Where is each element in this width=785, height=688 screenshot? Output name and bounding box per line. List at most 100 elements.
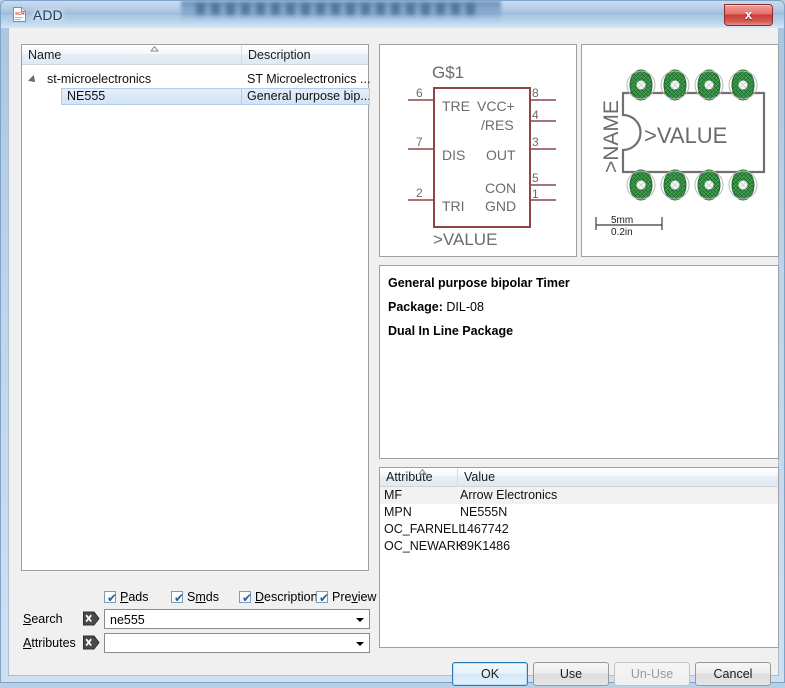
check-icon: ✔	[318, 591, 330, 605]
attribute-key: MPN	[384, 505, 412, 519]
check-icon: ✔	[173, 591, 185, 605]
svg-text:SCH: SCH	[15, 11, 25, 16]
chevron-down-icon[interactable]	[356, 618, 364, 622]
column-header-description-label: Description	[248, 48, 311, 62]
window-title: ADD	[33, 7, 63, 23]
scale-bar-mm: 5mm	[611, 215, 633, 226]
pin-label-left-2: TRI	[442, 198, 465, 214]
package-value-label: >VALUE	[644, 123, 727, 148]
package-line: Package: DIL-08	[388, 300, 772, 314]
sch-document-icon: SCH	[11, 6, 28, 23]
close-button[interactable]: x	[724, 4, 773, 26]
pin-number-right-0: 8	[532, 86, 539, 100]
search-combo[interactable]	[104, 609, 370, 630]
checkbox-box: ✔	[316, 591, 330, 605]
description-pane: General purpose bipolar Timer Package: D…	[379, 265, 779, 459]
pin-label-left-1: DIS	[442, 147, 465, 163]
aero-translucent-text-smear	[196, 3, 481, 15]
pin-number-right-2: 3	[532, 135, 539, 149]
symbol-value-label: >VALUE	[433, 230, 497, 249]
check-icon: ✔	[106, 591, 118, 605]
package-description: Dual In Line Package	[388, 324, 514, 338]
checkbox-pads-label: Pads	[120, 590, 149, 604]
chevron-down-icon[interactable]	[356, 642, 364, 646]
attributes-filter-row: Attributes	[9, 633, 380, 654]
table-row[interactable]: NE555 General purpose bip...	[22, 88, 370, 105]
table-row[interactable]: OC_NEWARK 89K1486	[380, 538, 778, 555]
close-icon: x	[744, 7, 753, 22]
attributes-filter-combo[interactable]	[104, 633, 370, 654]
preview-options: ✔ Pads ✔ Smds ✔ Description ✔ Preview	[9, 588, 380, 606]
tree-item-description: ST Microelectronics ...	[247, 72, 371, 86]
ok-button[interactable]: OK	[452, 662, 528, 686]
checkbox-box: ✔	[171, 591, 185, 605]
attributes-filter-input[interactable]	[108, 634, 342, 654]
attribute-value: 1467742	[460, 522, 509, 536]
pin-number-left-1: 7	[416, 135, 423, 149]
pin-label-right-1: /RES	[481, 117, 514, 133]
cancel-button[interactable]: Cancel	[695, 662, 771, 686]
attributes-rows: MF Arrow Electronics MPN NE555N OC_FARNE…	[380, 487, 778, 647]
attribute-key: MF	[384, 488, 403, 502]
clear-x-icon[interactable]	[83, 611, 100, 626]
search-row: Search	[9, 609, 380, 630]
pin-number-right-4: 1	[532, 187, 539, 201]
checkbox-box: ✔	[104, 591, 118, 605]
column-header-value[interactable]: Value	[458, 468, 780, 487]
pin-label-right-2: OUT	[486, 147, 516, 163]
attribute-value: Arrow Electronics	[460, 488, 558, 502]
pin-label-right-0: VCC+	[477, 98, 515, 114]
symbol-preview-drawing: G$1 6 7 2 TRE DIS TRI 8 4 3 5 1 VCC+ /RE…	[408, 63, 556, 249]
attribute-key: OC_NEWARK	[384, 539, 465, 553]
dialog-client-area: Name Description st-microelectronics ST …	[8, 28, 779, 686]
table-row[interactable]: st-microelectronics ST Microelectronics …	[22, 71, 370, 88]
attribute-key: OC_FARNELL	[384, 522, 466, 536]
package-preview: >NAME >VALUE 5mm 0.2in	[581, 44, 779, 257]
pin-number-left-2: 2	[416, 186, 423, 200]
pin-label-right-3: CON	[485, 180, 516, 196]
pin-label-right-4: GND	[485, 198, 516, 214]
package-preview-drawing: >NAME >VALUE 5mm 0.2in	[595, 69, 766, 238]
pin-number-left-0: 6	[416, 86, 423, 100]
tree-item-name: st-microelectronics	[47, 72, 152, 86]
tree-rows: st-microelectronics ST Microelectronics …	[22, 65, 370, 570]
checkbox-box: ✔	[239, 591, 253, 605]
column-header-value-label: Value	[464, 470, 496, 484]
tree-item-name: NE555	[61, 88, 242, 105]
pad-row-bottom	[626, 169, 758, 201]
attributes-table[interactable]: Attribute Value MF Arrow Electronics MPN…	[379, 467, 779, 648]
attributes-filter-label: Attributes	[23, 636, 76, 650]
search-input[interactable]	[108, 610, 342, 630]
scale-bar-in: 0.2in	[611, 227, 633, 238]
pin-number-right-3: 5	[532, 171, 539, 185]
un-use-button: Un-Use	[614, 662, 690, 686]
pad-row-top	[626, 69, 758, 101]
package-name-label: >NAME	[600, 100, 623, 173]
pin-label-left-0: TRE	[442, 98, 470, 114]
column-header-name-label: Name	[28, 48, 62, 62]
search-label: Search	[23, 612, 63, 626]
package-value: DIL-08	[446, 300, 484, 314]
checkbox-preview-label: Preview	[332, 590, 377, 604]
column-header-description[interactable]: Description	[242, 45, 370, 65]
attribute-value: NE555N	[460, 505, 508, 519]
table-row[interactable]: OC_FARNELL 1467742	[380, 521, 778, 538]
dialog-button-bar: OK Use Un-Use Cancel	[9, 662, 780, 688]
clear-x-icon[interactable]	[83, 635, 100, 650]
table-row[interactable]: MF Arrow Electronics	[380, 487, 778, 504]
tree-header: Name Description	[22, 45, 368, 65]
sort-ascending-icon	[418, 469, 427, 475]
attributes-table-header: Attribute Value	[380, 468, 778, 487]
table-row[interactable]: MPN NE555N	[380, 504, 778, 521]
use-button[interactable]: Use	[533, 662, 609, 686]
check-icon: ✔	[241, 591, 253, 605]
column-header-name[interactable]: Name	[22, 45, 242, 65]
add-dialog-window: SCH ADD x Name Description st-microelect…	[0, 0, 785, 686]
checkbox-description-label: Description	[255, 590, 318, 604]
description-heading: General purpose bipolar Timer	[388, 276, 570, 290]
library-tree[interactable]: Name Description st-microelectronics ST …	[21, 44, 370, 571]
checkbox-smds-label: Smds	[187, 590, 219, 604]
attribute-value: 89K1486	[460, 539, 511, 553]
column-header-attribute[interactable]: Attribute	[380, 468, 458, 487]
title-bar[interactable]: SCH ADD x	[1, 1, 784, 28]
